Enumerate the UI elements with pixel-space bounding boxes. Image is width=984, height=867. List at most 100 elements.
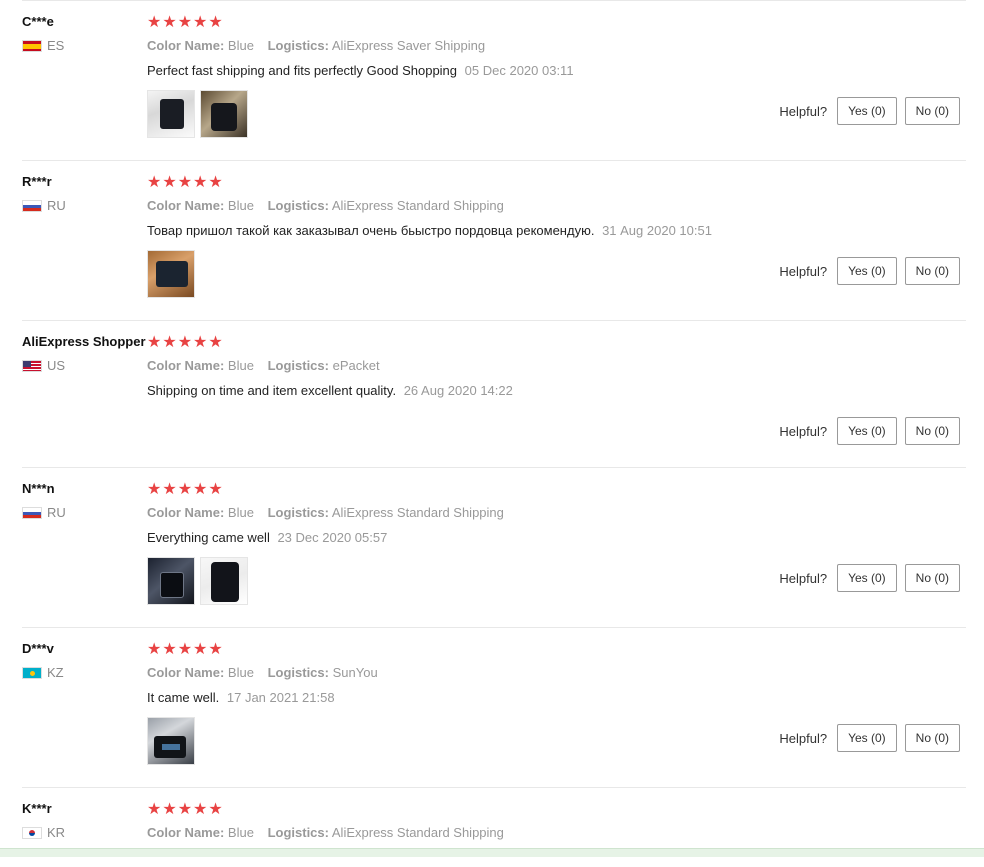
helpful-label: Helpful? [779,103,828,119]
logistics-value: AliExpress Saver Shipping [331,38,486,53]
helpful-label: Helpful? [779,730,828,746]
helpful-yes-button[interactable]: Yes (0) [837,724,897,752]
flag-es-icon [22,39,42,52]
logistics-label: Logistics: [267,38,329,53]
helpful-votes: Helpful? Yes (0) No (0) [779,257,960,285]
review-text: Perfect fast shipping and fits perfectly… [147,62,947,80]
review-attributes: Color Name: Blue Logistics: AliExpress S… [147,37,947,55]
color-name-label: Color Name: [147,505,225,520]
review-item: C***e ES ★★★★★ Color Name: Blue Logistic… [22,0,966,160]
logistics-label: Logistics: [267,505,329,520]
flag-ru-icon [22,199,42,212]
logistics-label: Logistics: [267,665,329,680]
helpful-no-button[interactable]: No (0) [904,97,960,125]
color-name-value: Blue [227,825,254,840]
reviewer-info: R***r RU [22,174,146,213]
helpful-no-button[interactable]: No (0) [904,724,960,752]
flag-us-icon [22,359,42,372]
helpful-votes: Helpful? Yes (0) No (0) [779,417,960,445]
flag-kz-icon [22,666,42,679]
country-code: RU [47,505,66,520]
reviewer-info: C***e ES [22,14,146,53]
reviewer-name: C***e [22,14,54,29]
reviewer-info: AliExpress Shopper US [22,334,146,373]
flag-kr-icon [22,826,42,839]
reviewer-name: AliExpress Shopper [22,334,146,349]
review-content: Shipping on time and item excellent qual… [147,383,397,398]
country-code: KZ [47,665,64,680]
review-item: AliExpress Shopper US ★★★★★ Color Name: … [22,320,966,467]
reviewer-name: D***v [22,641,54,656]
reviewer-country: RU [22,505,146,520]
reviewer-country: ES [22,38,146,53]
helpful-no-button[interactable]: No (0) [904,564,960,592]
logistics-value: AliExpress Standard Shipping [331,505,504,520]
country-code: US [47,358,66,373]
star-rating: ★★★★★ [147,14,224,31]
helpful-yes-button[interactable]: Yes (0) [837,97,897,125]
star-rating: ★★★★★ [147,481,224,498]
review-text: Товар пришол такой как заказывал очень б… [147,222,947,240]
star-rating: ★★★★★ [147,801,224,818]
helpful-yes-button[interactable]: Yes (0) [837,564,897,592]
review-content: Perfect fast shipping and fits perfectly… [147,63,458,78]
review-item: R***r RU ★★★★★ Color Name: Blue Logistic… [22,160,966,320]
helpful-no-button[interactable]: No (0) [904,417,960,445]
star-rating: ★★★★★ [147,641,224,658]
logistics-value: ePacket [332,358,380,373]
review-image-thumbnail[interactable] [147,250,195,298]
review-image-thumbnail[interactable] [147,90,195,138]
review-text: It came well. 17 Jan 2021 21:58 [147,689,947,707]
country-code: KR [47,825,66,840]
review-body: ★★★★★ Color Name: Blue Logistics: AliExp… [147,801,947,842]
logistics-label: Logistics: [267,825,329,840]
helpful-label: Helpful? [779,570,828,586]
helpful-yes-button[interactable]: Yes (0) [837,417,897,445]
review-content: Everything came well [147,530,270,545]
flag-ru-icon [22,506,42,519]
helpful-label: Helpful? [779,263,828,279]
review-date: 26 Aug 2020 14:22 [403,383,513,398]
reviewer-name: K***r [22,801,52,816]
reviewer-country: KZ [22,665,146,680]
review-image-thumbnail[interactable] [200,90,248,138]
star-rating: ★★★★★ [147,334,224,351]
helpful-yes-button[interactable]: Yes (0) [837,257,897,285]
reviewer-country: KR [22,825,146,840]
review-content: It came well. [147,690,220,705]
helpful-no-button[interactable]: No (0) [904,257,960,285]
review-date: 17 Jan 2021 21:58 [226,690,335,705]
review-list: C***e ES ★★★★★ Color Name: Blue Logistic… [0,0,984,867]
reviewer-name: N***n [22,481,55,496]
review-date: 31 Aug 2020 10:51 [602,223,712,238]
review-image-thumbnail[interactable] [147,717,195,765]
review-date: 05 Dec 2020 03:11 [464,63,574,78]
review-image-thumbnail[interactable] [147,557,195,605]
reviewer-country: US [22,358,146,373]
color-name-label: Color Name: [147,358,225,373]
color-name-value: Blue [227,198,254,213]
logistics-label: Logistics: [267,198,329,213]
color-name-label: Color Name: [147,665,225,680]
review-attributes: Color Name: Blue Logistics: AliExpress S… [147,197,947,215]
review-text: Everything came well 23 Dec 2020 05:57 [147,529,947,547]
logistics-value: AliExpress Standard Shipping [331,825,504,840]
helpful-votes: Helpful? Yes (0) No (0) [779,724,960,752]
review-attributes: Color Name: Blue Logistics: AliExpress S… [147,504,947,522]
reviewer-name: R***r [22,174,52,189]
color-name-label: Color Name: [147,38,225,53]
review-image-thumbnail[interactable] [200,557,248,605]
color-name-label: Color Name: [147,198,225,213]
color-name-value: Blue [227,665,254,680]
logistics-label: Logistics: [267,358,329,373]
review-content: Товар пришол такой как заказывал очень б… [147,223,595,238]
review-item: N***n RU ★★★★★ Color Name: Blue Logistic… [22,467,966,627]
review-attributes: Color Name: Blue Logistics: AliExpress S… [147,824,947,842]
logistics-value: SunYou [332,665,378,680]
color-name-value: Blue [227,38,254,53]
review-text: Shipping on time and item excellent qual… [147,382,947,400]
reviewer-country: RU [22,198,146,213]
star-rating: ★★★★★ [147,174,224,191]
country-code: RU [47,198,66,213]
country-code: ES [47,38,65,53]
